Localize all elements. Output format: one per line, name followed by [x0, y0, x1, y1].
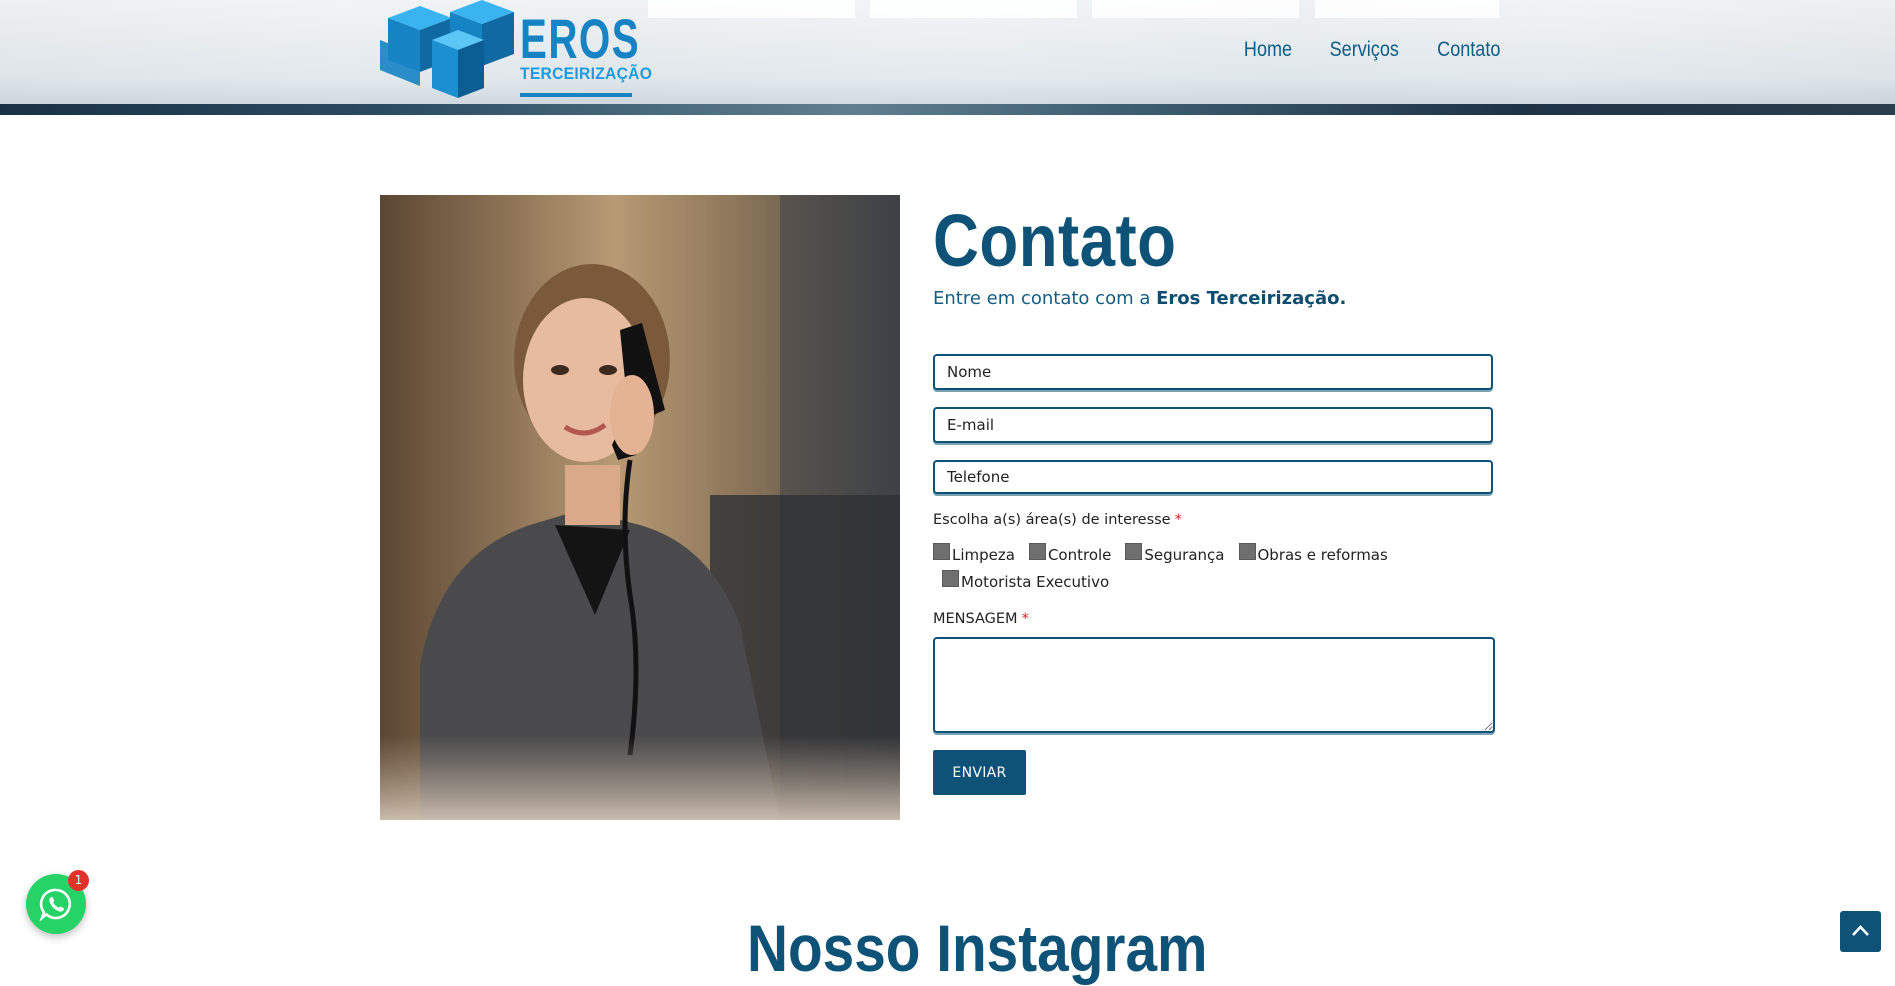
email-input[interactable]	[933, 407, 1493, 443]
checkbox-label-motorista[interactable]: Motorista Executivo	[961, 573, 1109, 591]
interest-label-text: Escolha a(s) área(s) de interesse	[933, 512, 1171, 528]
checkbox-motorista[interactable]	[942, 569, 959, 587]
header-background-shape	[870, 0, 1077, 18]
nav-contato-link[interactable]: Contato	[1438, 38, 1501, 62]
interest-options-row-2: Motorista Executivo	[942, 569, 1123, 591]
send-button[interactable]: ENVIAR	[933, 750, 1026, 795]
woman-on-phone-photo	[380, 195, 900, 820]
header-background-shape	[1092, 0, 1299, 18]
checkbox-limpeza[interactable]	[933, 542, 950, 560]
contact-title: Contato	[933, 199, 1177, 282]
required-mark: *	[1174, 512, 1182, 528]
site-logo[interactable]: EROS TERCEIRIZAÇÃO	[380, 0, 652, 100]
phone-input[interactable]	[933, 460, 1493, 494]
logo-wordmark: EROS	[520, 7, 641, 70]
chevron-up-icon	[1852, 925, 1869, 936]
checkbox-label-seguranca[interactable]: Segurança	[1144, 546, 1224, 564]
message-label: MENSAGEM *	[933, 611, 1029, 627]
checkbox-controle[interactable]	[1028, 542, 1046, 560]
nav-home-link[interactable]: Home	[1244, 38, 1292, 62]
logo-underline	[520, 93, 632, 97]
stacked-cubes-icon	[380, 0, 514, 98]
interest-options-row: Limpeza Controle Segurança Obras e refor…	[933, 542, 1402, 564]
interest-label: Escolha a(s) área(s) de interesse *	[933, 512, 1182, 528]
checkbox-label-controle[interactable]: Controle	[1048, 546, 1111, 564]
whatsapp-notification-badge: 1	[68, 870, 89, 891]
scroll-to-top-button[interactable]	[1840, 911, 1881, 952]
checkbox-label-obras[interactable]: Obras e reformas	[1258, 546, 1388, 564]
whatsapp-icon	[39, 888, 72, 921]
checkbox-label-limpeza[interactable]: Limpeza	[952, 546, 1015, 564]
name-input[interactable]	[933, 354, 1493, 390]
logo-subtitle: TERCEIRIZAÇÃO	[520, 64, 653, 83]
header-background-band	[0, 104, 1895, 115]
checkbox-obras[interactable]	[1238, 542, 1256, 560]
contact-intro-text: Entre em contato com a	[933, 288, 1157, 309]
required-mark: *	[1021, 611, 1029, 627]
main-nav: Home Serviços Contato	[1240, 38, 1506, 62]
instagram-section-title: Nosso Instagram	[747, 911, 1208, 985]
checkbox-seguranca[interactable]	[1125, 542, 1143, 560]
message-textarea[interactable]	[933, 637, 1495, 733]
nav-servicos-link[interactable]: Serviços	[1330, 38, 1399, 62]
photo-illustration	[380, 195, 900, 820]
contact-intro-brand: Eros Terceirização.	[1156, 288, 1347, 309]
contact-intro: Entre em contato com a Eros Terceirizaçã…	[933, 288, 1346, 309]
message-label-text: MENSAGEM	[933, 611, 1018, 627]
header-background-shape	[648, 0, 855, 18]
header-background-shape	[1315, 0, 1499, 18]
site-header: EROS TERCEIRIZAÇÃO Home Serviços Contato	[0, 0, 1895, 115]
